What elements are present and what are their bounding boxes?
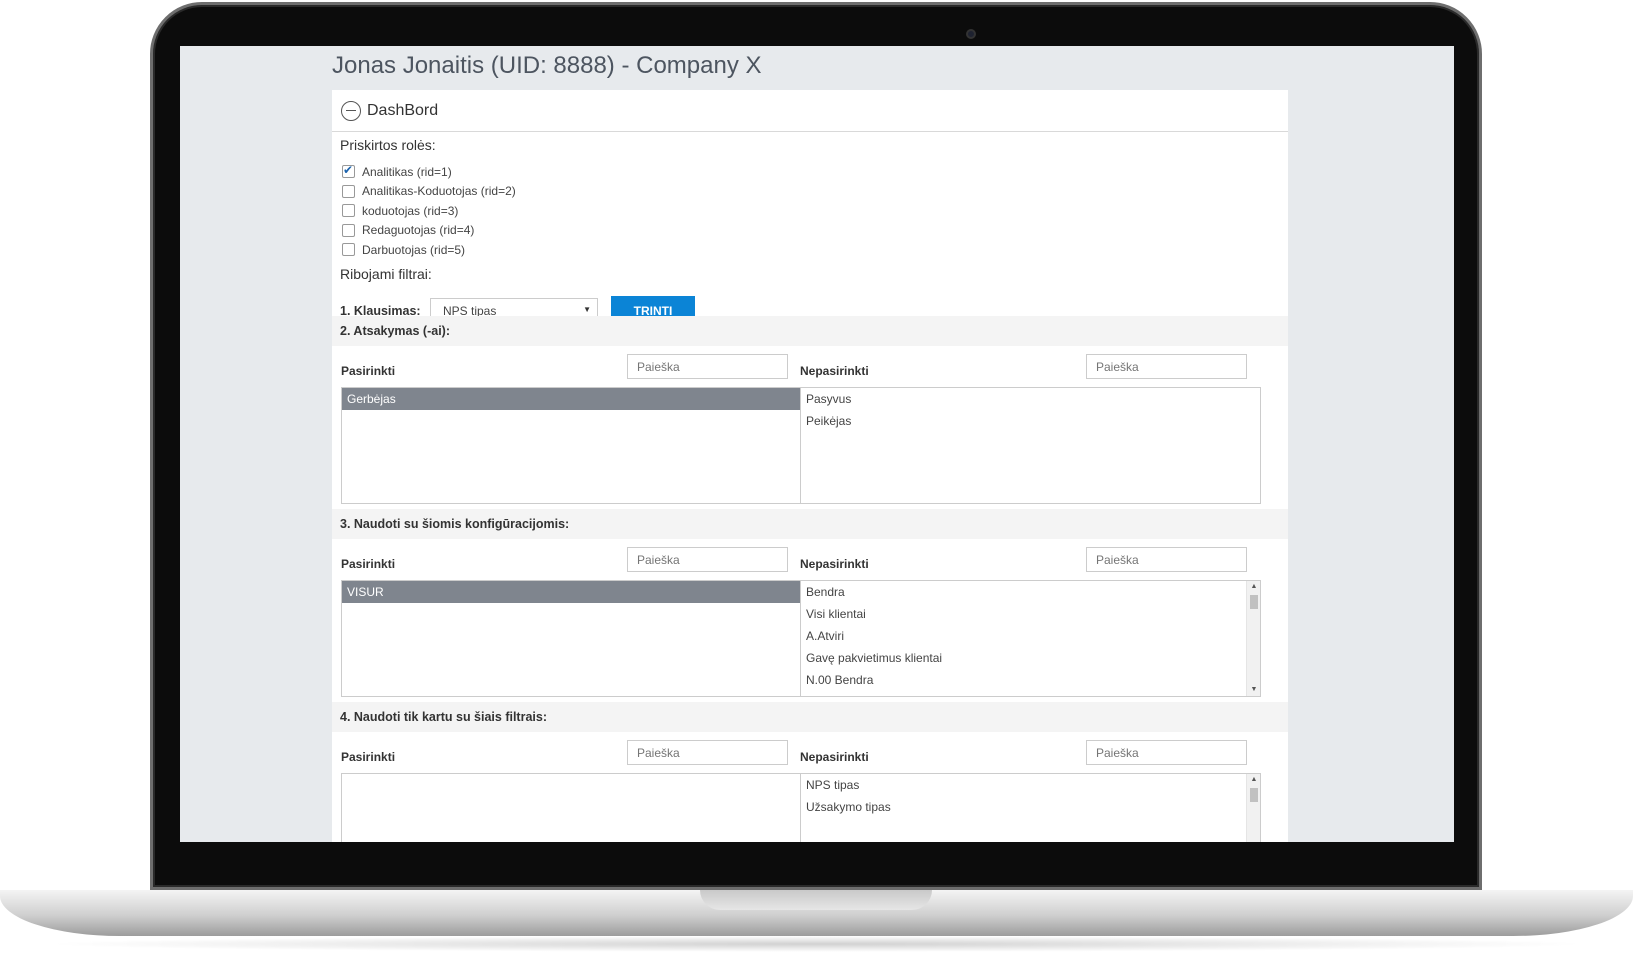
selected-label: Pasirinkti: [341, 750, 396, 764]
roles-label: Priskirtos rolės:: [340, 137, 436, 153]
laptop-notch: [700, 890, 932, 910]
search-input[interactable]: [627, 740, 788, 765]
scroll-thumb[interactable]: [1250, 595, 1258, 609]
selected-listbox[interactable]: Gerbėjas: [341, 387, 802, 504]
selected-column: Pasirinkti: [341, 732, 802, 842]
list-item[interactable]: NPS tipas: [801, 774, 1260, 796]
role-label: Analitikas-Koduotojas (rid=2): [362, 184, 516, 199]
checkbox[interactable]: [342, 184, 355, 198]
selected-listbox[interactable]: [341, 773, 802, 842]
unselected-listbox[interactable]: NPS tipasUžsakymo tipas▲▼: [800, 773, 1261, 842]
list-item[interactable]: Peikėjas: [801, 410, 1260, 432]
list-item[interactable]: N.00 Bendra: [801, 669, 1260, 691]
minus-circle-icon[interactable]: [341, 100, 361, 121]
role-option[interactable]: Redaguotojas (rid=4): [342, 221, 516, 241]
role-label: Darbuotojas (rid=5): [362, 242, 466, 257]
list-item[interactable]: A.Atviri: [801, 625, 1260, 647]
selected-label: Pasirinkti: [341, 557, 396, 571]
dashboard-panel: DashBord Priskirtos rolės: Analitikas (r…: [332, 90, 1288, 842]
page-title: Jonas Jonaitis (UID: 8888) - Company X: [332, 52, 762, 79]
unselected-column: Nepasirinkti PasyvusPeikėjas: [800, 346, 1261, 509]
role-option[interactable]: Analitikas (rid=1): [342, 162, 516, 182]
section-title: 4. Naudoti tik kartu su šiais filtrais:: [332, 702, 1288, 732]
role-option[interactable]: Analitikas-Koduotojas (rid=2): [342, 182, 516, 202]
search-input[interactable]: [1086, 740, 1247, 765]
checkbox[interactable]: [342, 243, 355, 257]
list-item[interactable]: Užsakymo tipas: [801, 796, 1260, 818]
unselected-column: Nepasirinkti NPS tipasUžsakymo tipas▲▼: [800, 732, 1261, 842]
filter-section: 4. Naudoti tik kartu su šiais filtrais: P…: [332, 702, 1288, 842]
unselected-listbox[interactable]: Bendra Visi klientai A.Atviri Gavę pakvieti…: [800, 580, 1261, 697]
unselected-listbox[interactable]: Pasyvus Peikėjas: [800, 387, 1261, 504]
roles-checklist: Analitikas (rid=1) Analitikas-Koduotojas …: [342, 162, 516, 260]
selected-label: Pasirinkti: [341, 364, 396, 378]
laptop-shadow: [40, 936, 1593, 952]
arrow-down-icon[interactable]: ▼: [1247, 684, 1260, 696]
checkbox[interactable]: [342, 223, 355, 237]
selected-column: Pasirinkti VISUR: [341, 539, 802, 702]
role-label: Redaguotojas (rid=4): [362, 223, 475, 238]
unselected-label: Nepasirinkti: [800, 750, 869, 764]
role-option[interactable]: Darbuotojas (rid=5): [342, 240, 516, 260]
unselected-column: Nepasirinkti BendraVisi klientaiA.AtviriG…: [800, 539, 1261, 702]
section-title: 2. Atsakymas (-ai):: [332, 316, 1288, 346]
checkbox-checked[interactable]: [342, 163, 355, 179]
search-input[interactable]: [1086, 354, 1247, 379]
list-item[interactable]: Pasyvus: [801, 388, 1260, 410]
scroll-thumb[interactable]: [1250, 788, 1258, 802]
list-item[interactable]: VISUR: [342, 581, 801, 603]
unselected-label: Nepasirinkti: [800, 557, 869, 571]
arrow-up-icon[interactable]: ▲: [1247, 581, 1260, 593]
filters-label: Ribojami filtrai:: [340, 266, 432, 282]
caret-down-icon: ▼: [583, 305, 591, 314]
selected-column: Pasirinkti Gerbėjas: [341, 346, 802, 509]
section-title: 3. Naudoti su šiomis konfigūracijomis:: [332, 509, 1288, 539]
arrow-up-icon[interactable]: ▲: [1247, 774, 1260, 786]
search-input[interactable]: [1086, 547, 1247, 572]
role-label: koduotojas (rid=3): [362, 203, 459, 218]
selected-listbox[interactable]: VISUR: [341, 580, 802, 697]
list-item[interactable]: Bendra: [801, 581, 1260, 603]
scrollbar[interactable]: ▲▼: [1246, 774, 1260, 842]
checkbox[interactable]: [342, 204, 355, 218]
screen: Jonas Jonaitis (UID: 8888) - Company X D…: [180, 46, 1454, 842]
list-item[interactable]: Gavę pakvietimus klientai: [801, 647, 1260, 669]
list-item[interactable]: Visi klientai: [801, 603, 1260, 625]
role-option[interactable]: koduotojas (rid=3): [342, 201, 516, 221]
role-label: Analitikas (rid=1): [362, 164, 452, 179]
filter-section: 2. Atsakymas (-ai):PasirinktiGerbėjasNep…: [332, 316, 1288, 509]
camera-icon: [966, 29, 976, 39]
panel-header[interactable]: DashBord: [332, 90, 1288, 132]
scrollbar[interactable]: ▲▼: [1246, 581, 1260, 696]
list-item[interactable]: Gerbėjas: [342, 388, 801, 410]
filter-section: 3. Naudoti su šiomis konfigūracijomis: Pa…: [332, 509, 1288, 702]
search-input[interactable]: [627, 547, 788, 572]
search-input[interactable]: [627, 354, 788, 379]
panel-title: DashBord: [367, 101, 439, 119]
unselected-label: Nepasirinkti: [800, 364, 869, 378]
